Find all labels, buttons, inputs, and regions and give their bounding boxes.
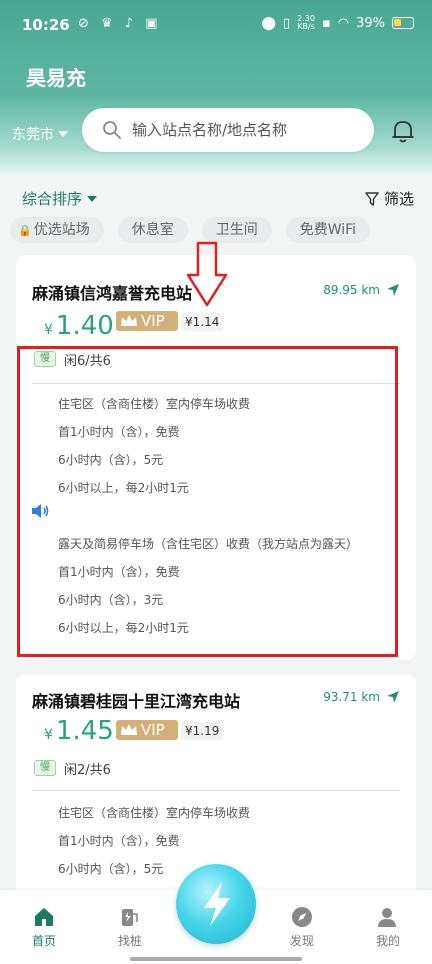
status-right-icons: ⬤ ▯ 2.30 KB/s ▪ ◠ 39% <box>261 15 414 31</box>
station-distance[interactable]: 89.95 km <box>323 283 400 297</box>
station-price: ¥ 1.40 <box>44 311 114 341</box>
lock-icon: 🔒 <box>18 224 32 237</box>
sim-icon: ▪ <box>321 15 331 31</box>
nav-home[interactable]: 首页 <box>14 906 74 949</box>
compass-icon <box>292 907 312 927</box>
lightning-icon <box>204 882 230 926</box>
filter-icon <box>365 191 379 206</box>
station-distance[interactable]: 93.71 km <box>323 690 400 704</box>
parking-rule: 首1小时内（含），免费 <box>58 834 180 848</box>
battery-percent: 39% <box>356 15 385 31</box>
station-name: 麻涌镇碧桂园十里江湾充电站 <box>32 692 241 711</box>
divider <box>32 790 400 791</box>
wifi-icon: ◠ <box>337 15 350 31</box>
navigate-icon <box>387 284 399 296</box>
red-arrow-annotation <box>186 241 228 307</box>
chip-restroom[interactable]: 卫生间 <box>201 217 272 243</box>
chip-preferred[interactable]: 🔒 优选站场 <box>10 217 104 243</box>
quick-charge-button[interactable] <box>176 864 256 944</box>
highlight-box-annotation <box>17 346 398 657</box>
nav-find-charger[interactable]: 找桩 <box>100 906 160 949</box>
battery-icon <box>392 17 414 29</box>
caret-down-icon <box>87 195 98 202</box>
vip-badge: VIP <box>116 720 178 740</box>
navigate-icon <box>387 691 399 703</box>
filter-button[interactable]: 筛选 <box>364 188 414 209</box>
sort-label: 综合排序 <box>22 190 83 208</box>
search-icon <box>103 121 121 139</box>
search-input[interactable] <box>132 121 352 139</box>
crown-icon <box>121 315 137 326</box>
parking-rule: 住宅区（含商住楼）室内停车场收费 <box>58 806 251 820</box>
home-icon <box>35 908 53 926</box>
status-bar: 10:26 ⊘ ♛ ♪ ▣ ⬤ ▯ 2.30 KB/s ▪ ◠ 39% <box>0 0 432 48</box>
caret-down-icon <box>58 131 68 137</box>
vip-price: ¥1.14 <box>181 313 224 331</box>
notification-icons: ⊘ ♛ ♪ ▣ <box>78 16 162 31</box>
bell-icon[interactable] <box>388 116 418 146</box>
crown-icon <box>121 724 137 735</box>
vip-badge: VIP <box>116 311 178 331</box>
charger-icon <box>122 909 138 926</box>
net-speed: 2.30 KB/s <box>297 14 315 31</box>
vibrate-icon: ▯ <box>282 15 291 31</box>
nav-discover[interactable]: 发现 <box>272 906 332 949</box>
chip-lounge[interactable]: 休息室 <box>117 217 188 243</box>
parking-rule: 6小时内（含），5元 <box>58 862 164 876</box>
home-indicator <box>130 957 302 961</box>
sort-bar: 综合排序 筛选 <box>0 184 432 212</box>
city-label: 东莞市 <box>12 127 54 143</box>
sort-dropdown[interactable]: 综合排序 <box>22 188 98 209</box>
location-icon: ⬤ <box>261 15 276 31</box>
station-price: ¥ 1.45 <box>44 716 114 746</box>
station-name: 麻涌镇信鸿嘉誉充电站 <box>32 284 193 303</box>
vip-price: ¥1.19 <box>181 722 224 740</box>
status-time: 10:26 <box>22 16 70 34</box>
nav-mine[interactable]: 我的 <box>358 906 418 949</box>
search-box[interactable] <box>82 108 374 152</box>
filter-label: 筛选 <box>383 190 414 208</box>
city-selector[interactable]: 东莞市 <box>12 124 68 144</box>
chip-wifi[interactable]: 免费WiFi <box>285 217 371 243</box>
charger-availability: 闲2/共6 <box>64 763 111 778</box>
slow-charge-tag: 慢 <box>34 760 56 776</box>
app-title: 昊易充 <box>26 66 86 90</box>
user-icon <box>378 908 396 927</box>
